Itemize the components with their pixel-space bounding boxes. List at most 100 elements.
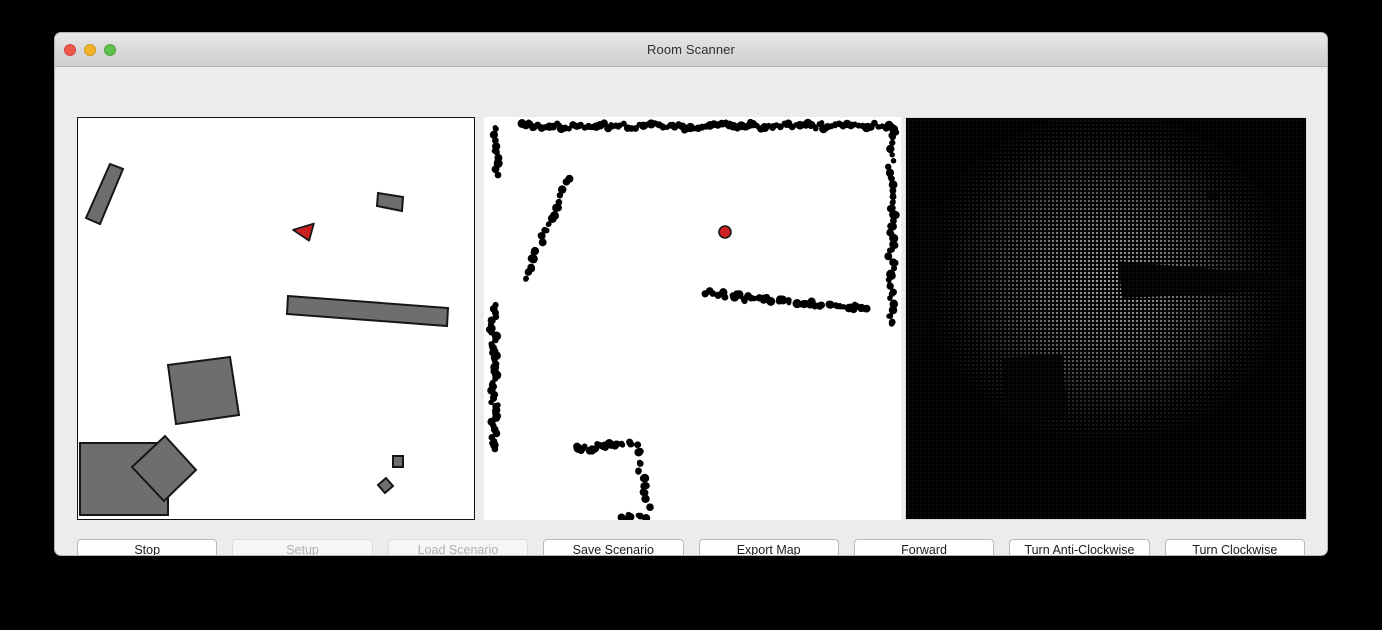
- robot-triangle: [292, 222, 315, 242]
- scan-point: [890, 140, 896, 146]
- window-titlebar: Room Scanner: [55, 33, 1327, 67]
- scan-point: [786, 300, 792, 306]
- obstacle-long-bar-center: [285, 294, 450, 328]
- grid-dither-overlay: [906, 118, 1306, 519]
- scan-point: [619, 442, 626, 448]
- scan-point: [890, 198, 896, 205]
- scan-point: [551, 212, 559, 220]
- scan-point: [635, 468, 642, 475]
- scan-point: [494, 171, 502, 179]
- scan-point: [721, 293, 728, 300]
- forward-button[interactable]: Forward: [853, 539, 995, 555]
- minimize-button[interactable]: [84, 43, 96, 56]
- scan-point: [490, 354, 497, 361]
- scan-point: [537, 232, 545, 239]
- lidar-point-cloud-view[interactable]: [484, 117, 901, 520]
- scan-point: [590, 446, 597, 453]
- scan-point: [555, 198, 563, 206]
- robot-marker: [292, 222, 315, 242]
- scan-point: [543, 227, 550, 234]
- scan-point: [877, 124, 883, 130]
- control-toolbar: Stop Setup Load Scenario Save Scenario E…: [77, 539, 1305, 555]
- scan-point: [642, 482, 650, 490]
- scan-point: [888, 320, 895, 327]
- scan-point: [489, 394, 496, 401]
- scan-point: [528, 265, 536, 273]
- scan-point: [689, 126, 695, 131]
- scan-point: [890, 192, 896, 199]
- scan-point: [608, 122, 614, 128]
- application-window: Room Scanner Stop Setup Load Scenario Sa…: [55, 33, 1327, 555]
- scan-point: [851, 301, 858, 308]
- scan-point: [750, 295, 755, 301]
- obstacle-square-mid-left: [166, 355, 241, 426]
- scan-point: [862, 305, 870, 313]
- setup-button: Setup: [232, 539, 373, 555]
- scan-point: [886, 145, 894, 153]
- obstacle-tiny-diamond: [376, 476, 395, 495]
- scan-robot-marker: [718, 225, 732, 239]
- window-title: Room Scanner: [647, 42, 735, 57]
- scan-point: [491, 148, 498, 154]
- scan-point: [538, 238, 547, 247]
- scan-point: [733, 290, 741, 298]
- load-scenario-button: Load Scenario: [387, 539, 529, 555]
- scan-point: [580, 445, 587, 452]
- scan-point: [494, 412, 502, 420]
- scan-point: [887, 295, 893, 301]
- obstacle-small-bar-top-right: [375, 191, 405, 213]
- scan-point: [634, 441, 642, 449]
- stop-button[interactable]: Stop: [77, 539, 218, 555]
- scan-point: [557, 185, 567, 194]
- scan-point: [530, 246, 540, 256]
- scan-point: [615, 124, 621, 130]
- scan-point: [491, 445, 499, 453]
- scan-point: [494, 158, 502, 166]
- scan-points: [485, 118, 900, 520]
- scan-point: [641, 494, 650, 504]
- scan-point: [812, 124, 818, 130]
- occupancy-grid-view[interactable]: [905, 117, 1307, 520]
- scan-point: [636, 447, 644, 455]
- scan-point: [599, 442, 607, 450]
- scan-point: [887, 174, 894, 180]
- scan-point: [565, 174, 574, 183]
- scan-point: [764, 123, 769, 129]
- maximize-button[interactable]: [104, 43, 116, 56]
- scan-point: [489, 439, 497, 447]
- scan-point: [891, 265, 897, 271]
- scan-point: [629, 441, 635, 448]
- scan-point: [494, 374, 500, 380]
- scan-point: [888, 305, 898, 315]
- scan-point: [889, 204, 896, 211]
- scan-point: [816, 303, 823, 310]
- room-obstacles: [79, 162, 450, 516]
- scan-point: [545, 222, 551, 227]
- scan-point: [890, 158, 897, 164]
- room-simulation-view[interactable]: [77, 117, 475, 520]
- scan-point: [890, 299, 898, 307]
- close-button[interactable]: [64, 43, 76, 56]
- scan-point: [887, 222, 895, 230]
- save-scenario-button[interactable]: Save Scenario: [543, 539, 684, 555]
- scan-canvas: [485, 118, 900, 520]
- scan-point: [527, 254, 536, 263]
- scan-point: [891, 259, 899, 267]
- window-controls: [64, 33, 116, 66]
- scan-point: [767, 296, 773, 302]
- scan-point: [523, 276, 529, 282]
- robot-position-dot: [718, 225, 732, 239]
- scan-point: [636, 459, 643, 466]
- scan-point: [886, 282, 893, 289]
- turn-anti-clockwise-button[interactable]: Turn Anti-Clockwise: [1009, 539, 1150, 555]
- scan-point: [492, 125, 498, 131]
- scan-point: [490, 130, 498, 138]
- turn-clockwise-button[interactable]: Turn Clockwise: [1164, 539, 1305, 555]
- scan-point: [889, 152, 895, 158]
- scan-point: [639, 474, 648, 483]
- room-canvas: [79, 162, 450, 516]
- scan-point: [888, 132, 895, 139]
- export-map-button[interactable]: Export Map: [698, 539, 839, 555]
- obstacle-tiny-square: [392, 455, 404, 468]
- scan-point: [646, 503, 654, 511]
